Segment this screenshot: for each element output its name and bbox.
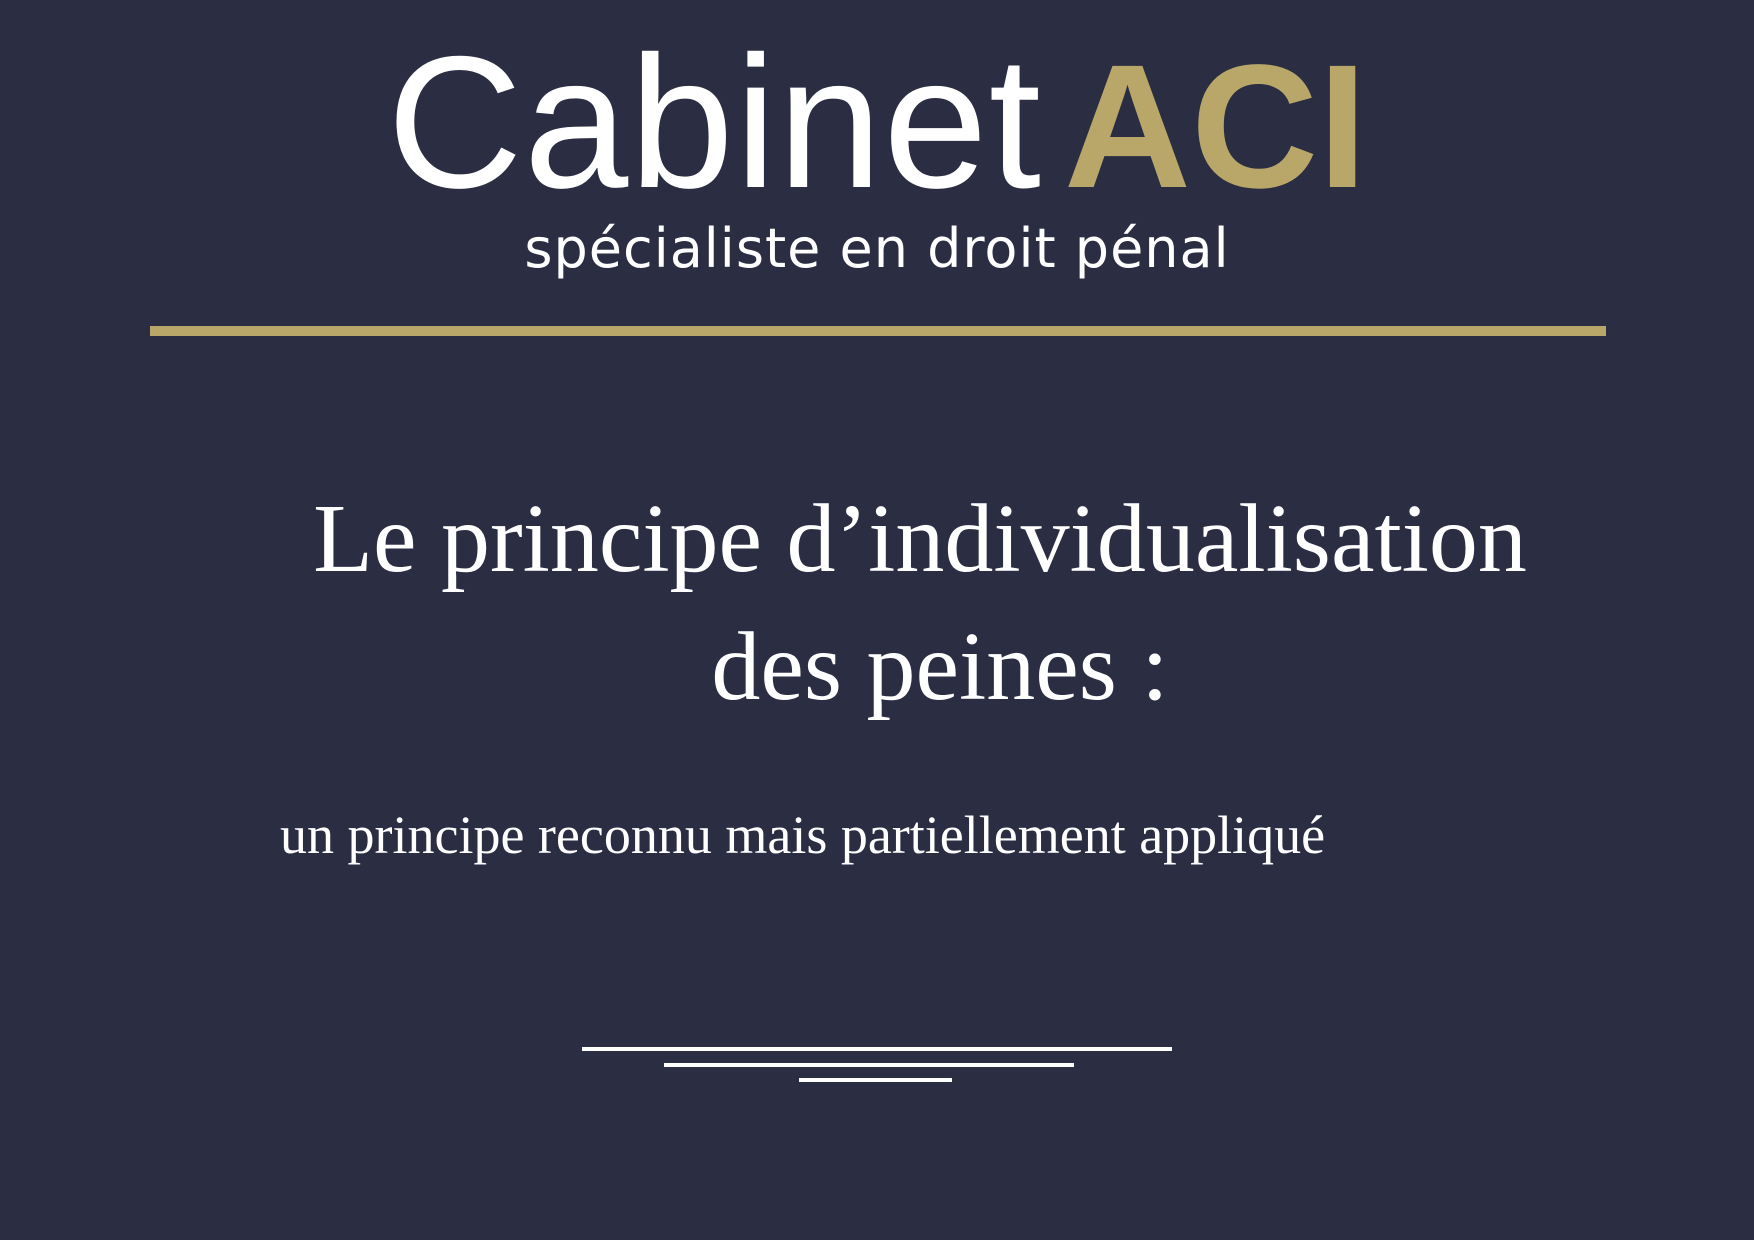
brand-logo: Cabinet ACI (0, 28, 1754, 216)
headline-line-1: Le principe d’individualisation (313, 485, 1527, 593)
subheadline: un principe reconnu mais partiellement a… (280, 805, 1326, 865)
gold-divider (150, 326, 1606, 336)
brand-name-cabinet: Cabinet (386, 17, 1042, 227)
decorative-line-bottom (799, 1078, 952, 1082)
brand-tagline: spécialiste en droit pénal (524, 217, 1230, 280)
decorative-line-top (582, 1047, 1172, 1051)
headline-line-2: des peines : (711, 613, 1169, 721)
cover-page: Cabinet ACI spécialiste en droit pénal Le… (0, 0, 1754, 1240)
brand-name-aci: ACI (1063, 29, 1368, 225)
decorative-line-middle (664, 1063, 1074, 1067)
